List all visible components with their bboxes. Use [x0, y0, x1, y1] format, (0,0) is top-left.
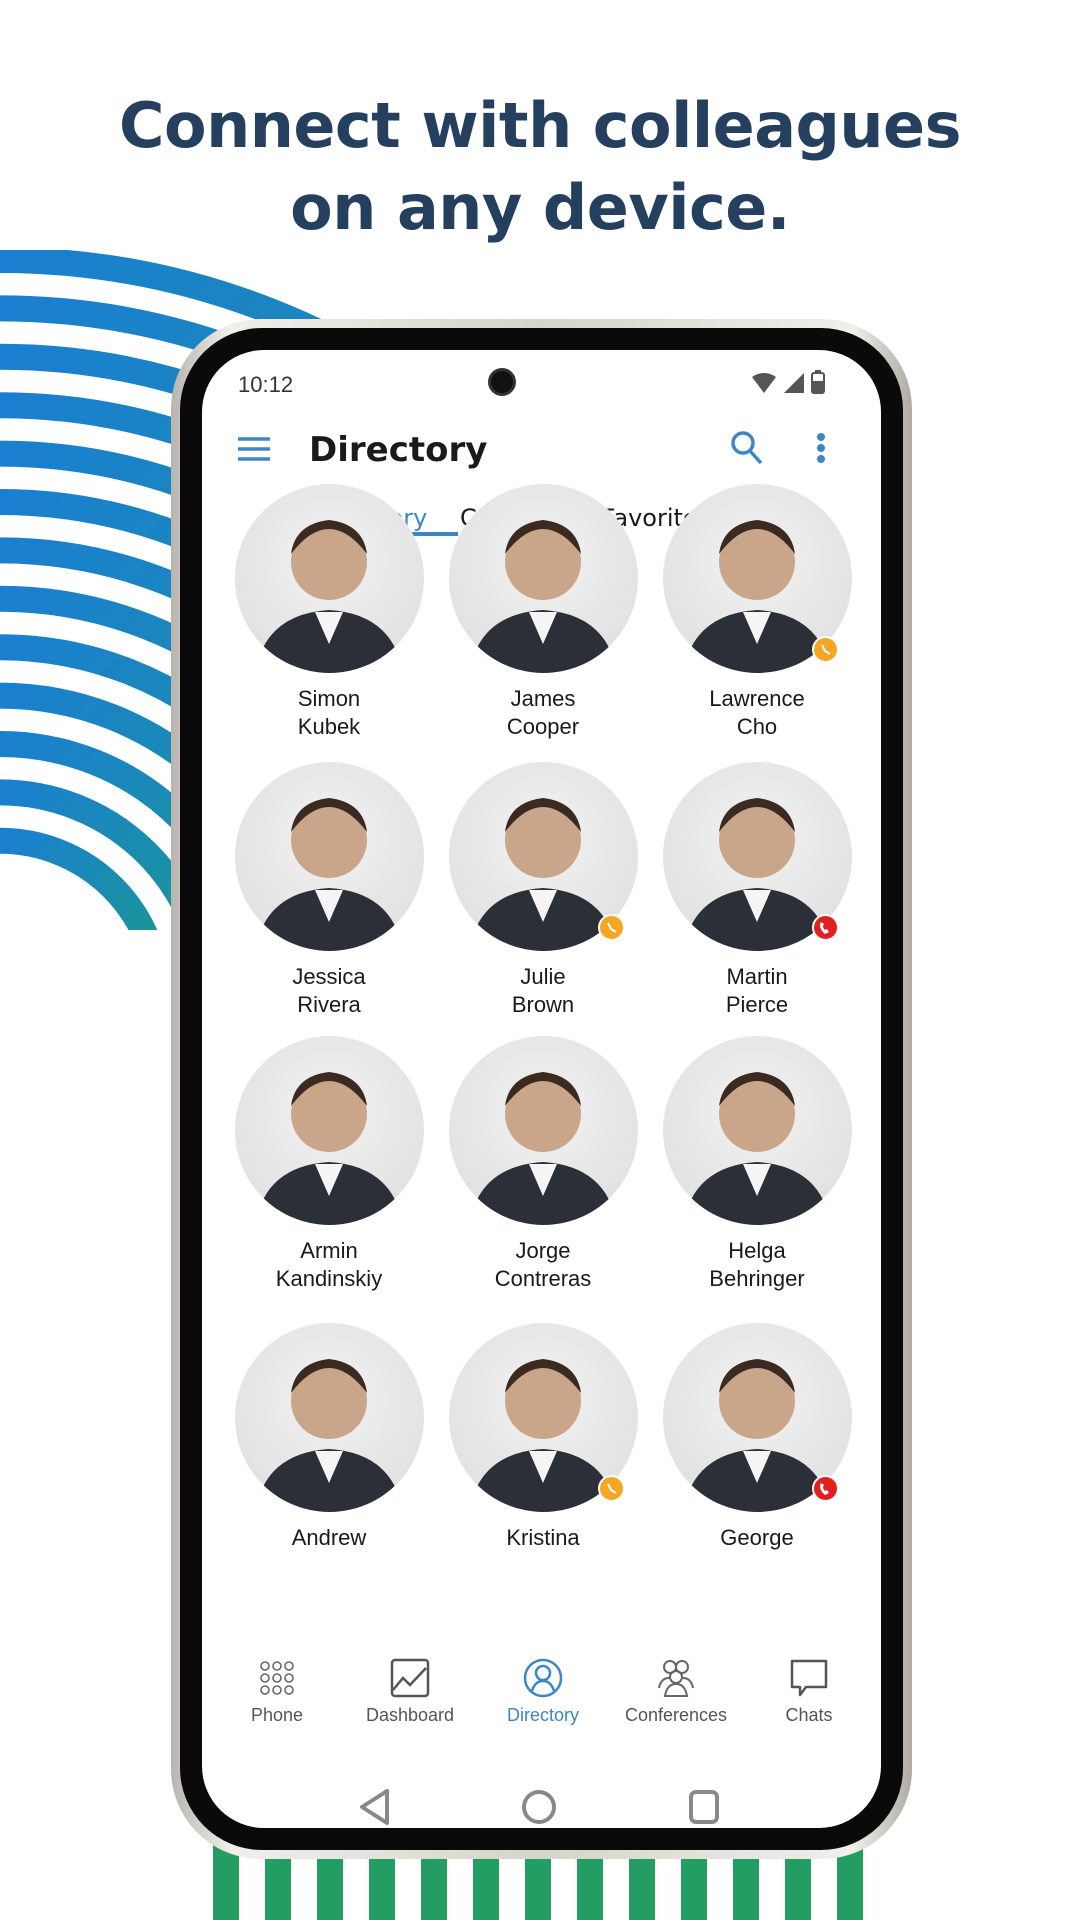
contact-name: Andrew	[291, 1525, 367, 1550]
nav-phone[interactable]: Phone	[212, 1657, 342, 1726]
chart-icon	[345, 1657, 475, 1699]
contact-name: Julie Brown	[511, 964, 575, 1017]
signal-icon	[784, 373, 804, 393]
nav-directory[interactable]: Directory	[478, 1657, 608, 1726]
avatar-photo	[254, 798, 403, 951]
person-icon	[478, 1657, 608, 1699]
nav-label: Directory	[506, 1705, 579, 1725]
phone-icon	[820, 1482, 829, 1495]
contact-card[interactable]: Andrew	[229, 1323, 429, 1552]
nav-chats[interactable]: Chats	[744, 1657, 874, 1726]
phone-icon	[820, 921, 829, 934]
contact-name: George	[720, 1525, 794, 1550]
avatar	[448, 484, 638, 673]
avatar-photo	[468, 520, 617, 673]
headline: Connect with colleagues on any device.	[0, 85, 1080, 249]
status-time: 10:12	[238, 372, 294, 397]
avatar-photo	[468, 1072, 617, 1225]
camera-icon	[488, 368, 516, 396]
back-icon[interactable]	[357, 1788, 391, 1826]
app-screen: 10:12 Directory DirectoryContactsFavorit…	[202, 350, 881, 1828]
contact-card[interactable]: George	[657, 1323, 857, 1552]
avatar-photo	[682, 1072, 831, 1225]
chat-icon	[744, 1657, 874, 1699]
contact-card[interactable]: Jessica Rivera	[229, 762, 429, 1019]
nav-label: Dashboard	[365, 1705, 455, 1725]
nav-conferences[interactable]: Conferences	[611, 1657, 741, 1726]
contact-name: Jessica Rivera	[292, 964, 366, 1017]
contact-name: Simon Kubek	[297, 686, 361, 739]
clock-icon	[607, 922, 617, 933]
contact-card[interactable]: Julie Brown	[443, 762, 643, 1019]
status-badge-away	[811, 636, 839, 663]
contact-name: Lawrence Cho	[709, 686, 805, 739]
contact-card[interactable]: Armin Kandinskiy	[229, 1036, 429, 1293]
contact-name: Jorge Contreras	[494, 1238, 592, 1291]
contact-name: Helga Behringer	[709, 1238, 805, 1291]
contact-card[interactable]: Jorge Contreras	[443, 1036, 643, 1293]
contact-name: James Cooper	[506, 686, 580, 739]
avatar	[448, 1036, 638, 1225]
avatar-photo	[254, 1359, 403, 1512]
avatar-photo	[254, 1072, 403, 1225]
status-badge-busy	[811, 1475, 839, 1502]
dialpad-icon	[212, 1657, 342, 1699]
contact-card[interactable]: Lawrence Cho	[657, 484, 857, 741]
contact-name: Armin Kandinskiy	[275, 1238, 383, 1291]
recents-icon[interactable]	[687, 1788, 721, 1826]
battery-icon	[811, 370, 825, 394]
wifi-icon	[752, 373, 776, 393]
clock-icon	[607, 1483, 617, 1494]
avatar	[234, 1323, 424, 1512]
nav-label: Phone	[250, 1705, 304, 1725]
avatar	[234, 762, 424, 951]
nav-label: Conferences	[624, 1705, 728, 1725]
home-icon[interactable]	[520, 1788, 558, 1826]
contact-card[interactable]: Kristina	[443, 1323, 643, 1552]
clock-icon	[821, 644, 831, 655]
search-icon[interactable]	[730, 430, 764, 466]
phone-frame: 10:12 Directory DirectoryContactsFavorit…	[171, 319, 912, 1859]
status-badge-away	[597, 914, 625, 941]
group-icon	[611, 1657, 741, 1699]
contact-card[interactable]: James Cooper	[443, 484, 643, 741]
contact-name: Kristina	[506, 1525, 580, 1550]
avatar	[662, 1036, 852, 1225]
status-badge-away	[597, 1475, 625, 1502]
avatar-photo	[254, 520, 403, 673]
page-title: Directory	[309, 430, 488, 470]
contact-name: Martin Pierce	[725, 964, 789, 1017]
contact-card[interactable]: Simon Kubek	[229, 484, 429, 741]
avatar	[234, 1036, 424, 1225]
contact-card[interactable]: Martin Pierce	[657, 762, 857, 1019]
avatar	[234, 484, 424, 673]
headline-line1: Connect with colleagues	[119, 89, 962, 162]
nav-dashboard[interactable]: Dashboard	[345, 1657, 475, 1726]
nav-label: Chats	[785, 1705, 833, 1725]
hamburger-icon[interactable]	[238, 436, 270, 462]
contact-card[interactable]: Helga Behringer	[657, 1036, 857, 1293]
more-vertical-icon[interactable]	[816, 432, 826, 464]
status-badge-busy	[811, 914, 839, 941]
headline-line2: on any device.	[290, 171, 790, 244]
